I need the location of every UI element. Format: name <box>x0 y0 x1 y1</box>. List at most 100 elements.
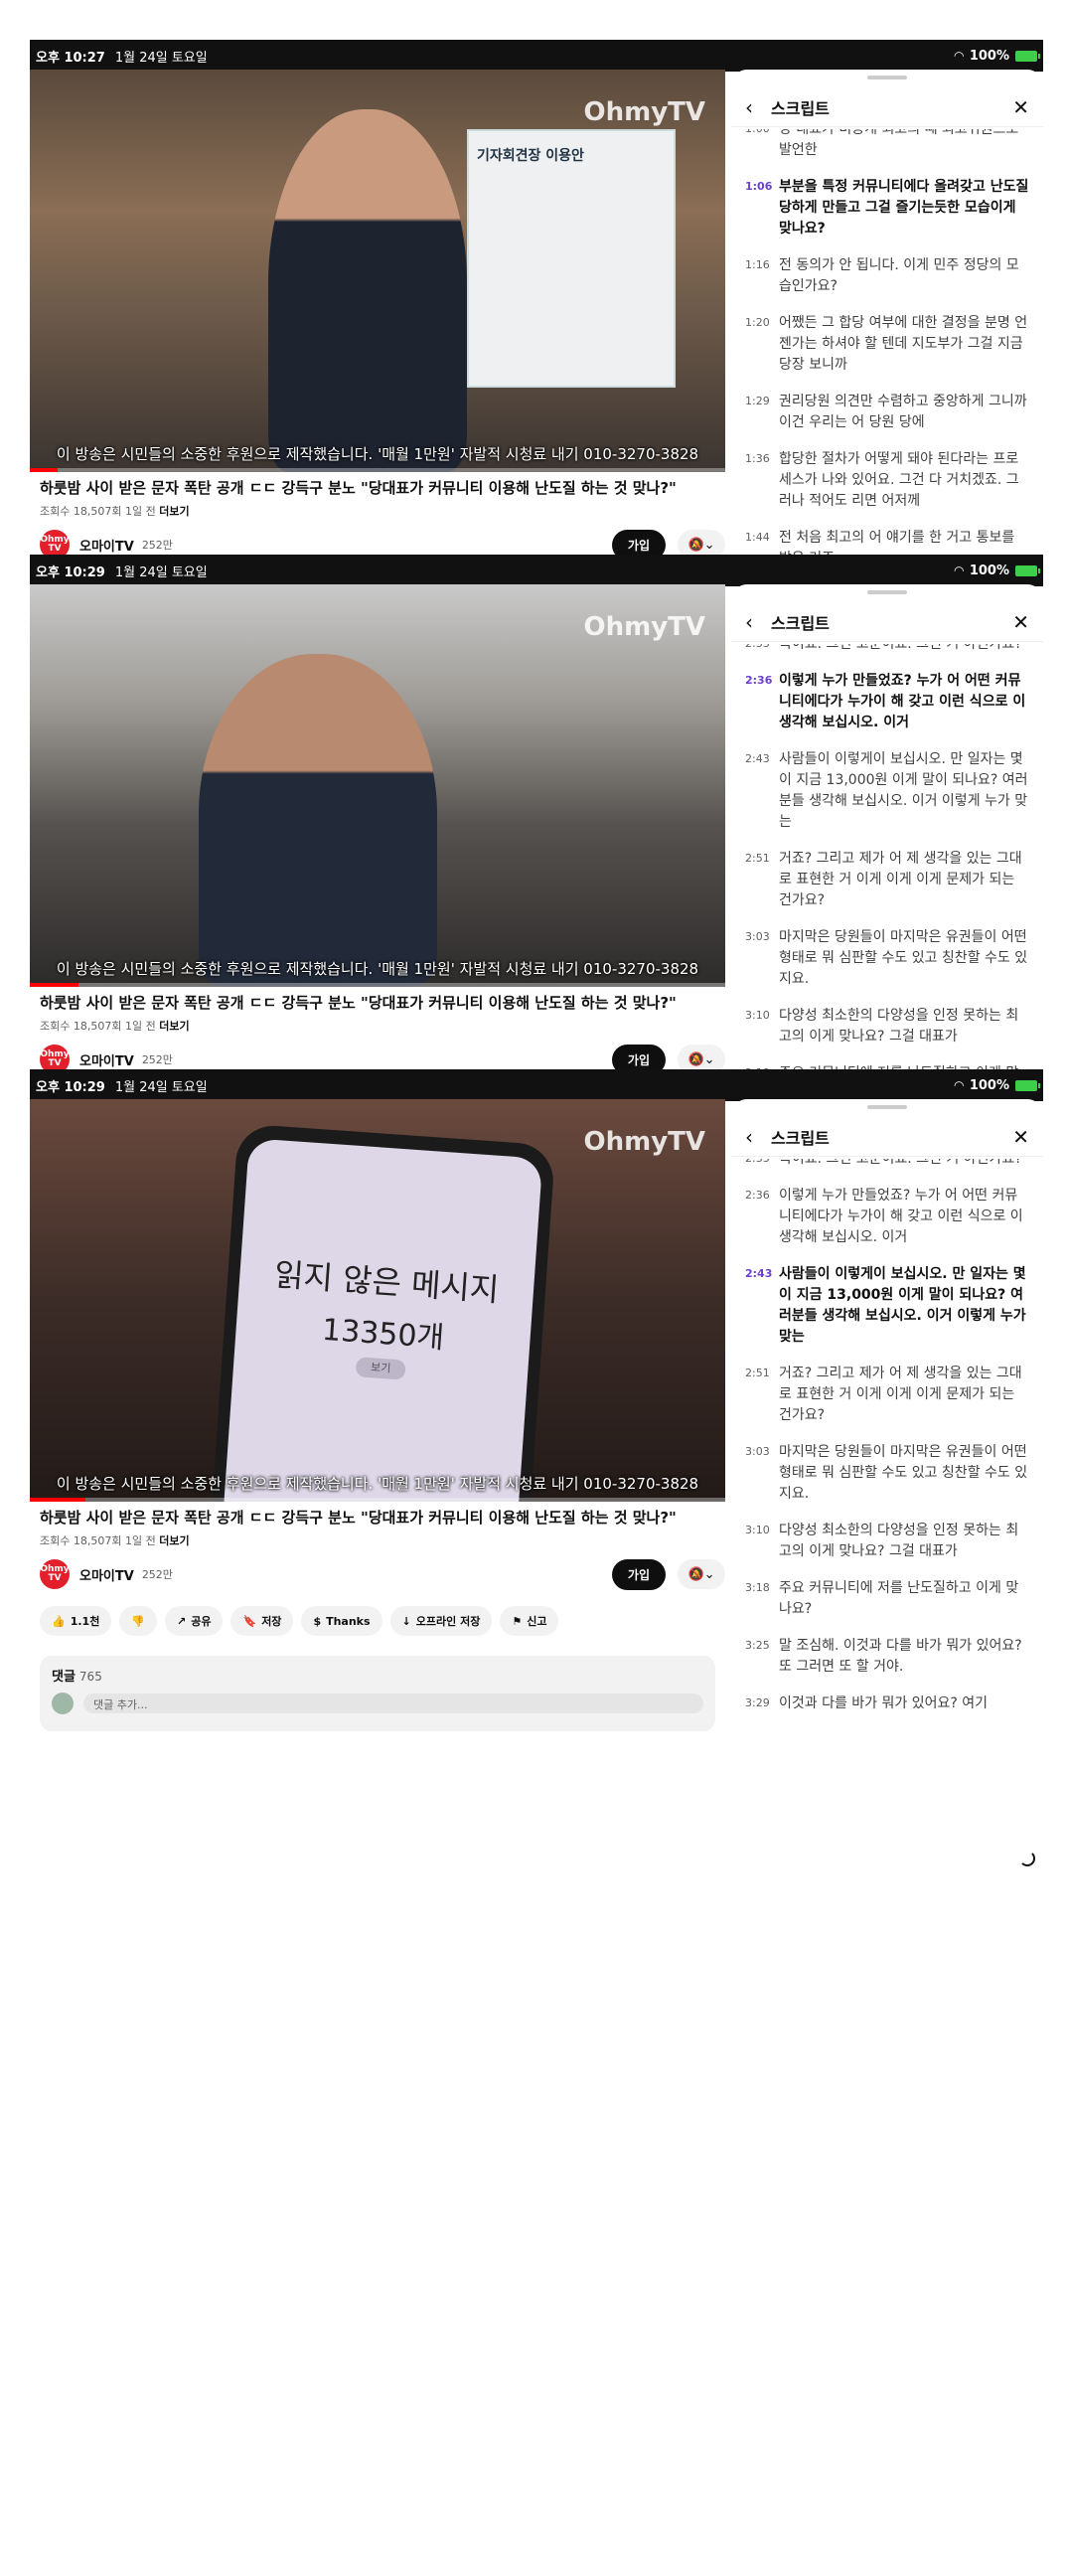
transcript-segment[interactable]: 1:36 합당한 절차가 어떻게 돼야 된다라는 프로세스가 나와 있어요. 그건… <box>731 449 1043 512</box>
segment-text: 권리당원 의견만 수렴하고 중앙하게 그니까 이건 우리는 어 당원 당에 <box>779 394 1027 430</box>
video-meta: 조회수 18,507회 1일 전 더보기 <box>40 503 190 519</box>
segment-text: 주요 커뮤니티에 저를 난도질하고 이게 맞나요? <box>779 1580 1019 1617</box>
transcript-segment[interactable]: 3:29 이것과 다를 바가 뭐가 있어요? 여기 <box>731 1693 1043 1714</box>
more-link[interactable]: 더보기 <box>159 1020 189 1033</box>
segment-text: 다양성 최소한의 다양성을 인정 못하는 최고의 이게 맞나요? 그걸 대표가 <box>779 1523 1019 1559</box>
back-arrow-icon[interactable]: ‹ <box>745 1125 753 1149</box>
video-frame <box>30 584 725 987</box>
loading-spinner-icon <box>1019 1851 1035 1866</box>
bell-off-icon: 🔕 <box>687 537 704 553</box>
progress-bar[interactable] <box>30 468 725 472</box>
segment-text: 이렇게 누가 만들었죠? 누가 어 어떤 커뮤니티에다가 누가이 해 갖고 이런… <box>779 1188 1023 1245</box>
status-bar: 오후 10:29 1월 24일 토요일 ◠ 100% <box>30 555 1043 586</box>
segment-timestamp: 3:03 <box>745 930 770 943</box>
segment-timestamp: 2:43 <box>745 752 770 765</box>
comments-label: 댓글 <box>52 1670 76 1685</box>
transcript-segment[interactable]: 1:29 권리당원 의견만 수렴하고 중앙하게 그니까 이건 우리는 어 당원 당… <box>731 392 1043 433</box>
transcript-segment[interactable]: 3:03 마지막은 당원들이 마지막은 유권들이 어떤 형태로 뭐 심판할 수도 … <box>731 1442 1043 1505</box>
transcript-segment[interactable]: 2:33욕이죠. 그건 고문이죠. 그런 거 아닌가요? <box>731 1159 1043 1170</box>
channel-row: Ohmy TV 오마이TV 252만 가입 🔕 ⌄ <box>40 1558 725 1590</box>
channel-avatar[interactable]: Ohmy TV <box>40 1559 70 1589</box>
transcript-segment[interactable]: 2:43 사람들이 이렇게이 보십시오. 만 일자는 몇이 지금 13,000원 … <box>731 1264 1043 1348</box>
transcript-segment[interactable]: 3:03 마지막은 당원들이 마지막은 유권들이 어떤 형태로 뭐 심판할 수도 … <box>731 927 1043 990</box>
drag-handle[interactable] <box>867 1105 907 1109</box>
drag-handle[interactable] <box>867 76 907 80</box>
video-player[interactable]: OhmyTV 이 방송은 시민들의 소중한 후원으로 제작했습니다. '매월 1… <box>30 584 725 987</box>
notice-sign-text: 기자회견장 이용안 <box>477 148 584 164</box>
segment-text: 전 동의가 안 됩니다. 이게 민주 정당의 모습인가요? <box>779 257 1019 294</box>
action-icon: $ <box>313 1614 322 1628</box>
chevron-down-icon: ⌄ <box>703 537 715 553</box>
segment-text: 당 대표가 비공개 최고의 때 최고위원으로 발언한 <box>779 129 1019 158</box>
progress-bar[interactable] <box>30 983 725 987</box>
transcript-segment[interactable]: 2:51 거죠? 그리고 제가 어 제 생각을 있는 그대로 표현한 거 이게 이… <box>731 849 1043 911</box>
video-meta: 조회수 18,507회 1일 전 더보기 <box>40 1018 190 1034</box>
channel-name[interactable]: 오마이TV <box>79 1050 134 1069</box>
action-chip[interactable]: $ Thanks <box>301 1606 382 1636</box>
notification-bell-button[interactable]: 🔕 ⌄ <box>678 1559 725 1589</box>
video-title: 하룻밤 사이 받은 문자 폭탄 공개 ㄷㄷ 강득구 분노 "당대표가 커뮤니티 … <box>40 994 677 1012</box>
video-title: 하룻밤 사이 받은 문자 폭탄 공개 ㄷㄷ 강득구 분노 "당대표가 커뮤니티 … <box>40 479 677 497</box>
transcript-segment[interactable]: 2:51 거죠? 그리고 제가 어 제 생각을 있는 그대로 표현한 거 이게 이… <box>731 1364 1043 1426</box>
close-icon[interactable]: ✕ <box>1012 95 1029 119</box>
video-frame: 읽지 않은 메시지 13350개 보기 <box>30 1099 725 1502</box>
status-time: 오후 10:29 <box>36 1079 105 1095</box>
transcript-scroll: 2:33욕이죠. 그건 고문이죠. 그런 거 아닌가요? 2:36 이렇게 누가 만… <box>731 1159 1043 1714</box>
user-avatar <box>52 1692 74 1714</box>
transcript-segment[interactable]: 1:00당 대표가 비공개 최고의 때 최고위원으로 발언한 <box>731 129 1043 161</box>
status-right: ◠ 100% <box>955 1078 1040 1093</box>
close-icon[interactable]: ✕ <box>1012 1125 1029 1149</box>
channel-name[interactable]: 오마이TV <box>79 1565 134 1584</box>
action-icon: ⚑ <box>512 1614 523 1628</box>
action-chip[interactable]: ⚑ 신고 <box>500 1606 559 1636</box>
subscriber-count: 252만 <box>141 1053 173 1066</box>
segment-timestamp: 3:18 <box>745 1581 770 1594</box>
progress-bar[interactable] <box>30 1498 725 1502</box>
video-caption: 이 방송은 시민들의 소중한 후원으로 제작했습니다. '매월 1만원' 자발적… <box>56 445 699 463</box>
back-arrow-icon[interactable]: ‹ <box>745 95 753 119</box>
view-count: 조회수 18,507회 <box>40 1534 122 1547</box>
segment-text: 어쨌든 그 합당 여부에 대한 결정을 분명 언젠가는 하셔야 할 텐데 지도부… <box>779 315 1028 373</box>
transcript-segment[interactable]: 2:33욕이죠. 그건 고문이죠. 그런 거 아닌가요? <box>731 644 1043 655</box>
segment-timestamp: 2:51 <box>745 1367 770 1379</box>
action-label: 오프라인 저장 <box>415 1615 481 1628</box>
transcript-segment[interactable]: 3:10 다양성 최소한의 다양성을 인정 못하는 최고의 이게 맞나요? 그걸 … <box>731 1006 1043 1047</box>
close-icon[interactable]: ✕ <box>1012 610 1029 634</box>
action-chip[interactable]: ↓ 오프라인 저장 <box>389 1606 493 1636</box>
transcript-list[interactable]: 2:33욕이죠. 그건 고문이죠. 그런 거 아닌가요? 2:36 이렇게 누가 만… <box>731 1159 1043 1874</box>
status-time: 오후 10:27 <box>36 50 105 66</box>
add-comment-input[interactable]: 댓글 추가... <box>83 1693 703 1713</box>
back-arrow-icon[interactable]: ‹ <box>745 610 753 634</box>
more-link[interactable]: 더보기 <box>159 1534 189 1547</box>
channel-name[interactable]: 오마이TV <box>79 536 134 555</box>
ohmytv-watermark: OhmyTV <box>583 97 705 127</box>
comments-header: 댓글765 <box>52 1666 703 1685</box>
action-chip[interactable]: 👎 <box>119 1606 158 1636</box>
action-label: 1.1천 <box>70 1615 100 1628</box>
transcript-segment[interactable]: 3:10 다양성 최소한의 다양성을 인정 못하는 최고의 이게 맞나요? 그걸 … <box>731 1521 1043 1562</box>
action-chip[interactable]: 🔖 저장 <box>230 1606 294 1636</box>
segment-text: 말 조심해. 이것과 다를 바가 뭐가 있어요? 또 그러면 또 할 거야. <box>779 1638 1022 1675</box>
comments-box[interactable]: 댓글765 댓글 추가... <box>40 1656 715 1731</box>
transcript-segment[interactable]: 1:06 부분을 특정 커뮤니티에다 올려갖고 난도질 당하게 만들고 그걸 즐기… <box>731 177 1043 240</box>
transcript-segment[interactable]: 2:36 이렇게 누가 만들었죠? 누가 어 어떤 커뮤니티에다가 누가이 해 갖… <box>731 1186 1043 1248</box>
transcript-segment[interactable]: 1:16 전 동의가 안 됩니다. 이게 민주 정당의 모습인가요? <box>731 255 1043 297</box>
transcript-segment[interactable]: 2:43 사람들이 이렇게이 보십시오. 만 일자는 몇이 지금 13,000원 … <box>731 749 1043 833</box>
transcript-segment[interactable]: 1:20 어쨌든 그 합당 여부에 대한 결정을 분명 언젠가는 하셔야 할 텐데… <box>731 313 1043 376</box>
more-link[interactable]: 더보기 <box>159 505 189 518</box>
video-player[interactable]: 기자회견장 이용안 OhmyTV 이 방송은 시민들의 소중한 후원으로 제작했… <box>30 70 725 472</box>
action-chip[interactable]: ↗ 공유 <box>165 1606 224 1636</box>
chevron-down-icon: ⌄ <box>703 1051 715 1067</box>
drag-handle[interactable] <box>867 590 907 594</box>
subscriber-count: 252만 <box>141 1568 173 1581</box>
transcript-segment[interactable]: 3:18 주요 커뮤니티에 저를 난도질하고 이게 맞나요? <box>731 1578 1043 1620</box>
transcript-segment[interactable]: 2:36 이렇게 누가 만들었죠? 누가 어 어떤 커뮤니티에다가 누가이 해 갖… <box>731 671 1043 733</box>
transcript-segment[interactable]: 3:25 말 조심해. 이것과 다를 바가 뭐가 있어요? 또 그러면 또 할 거… <box>731 1636 1043 1678</box>
chevron-down-icon: ⌄ <box>703 1566 715 1582</box>
video-screen: 오후 10:27 1월 24일 토요일 ◠ 100% 기자회견장 이용안 Ohm… <box>30 40 1043 845</box>
bell-off-icon: 🔕 <box>687 1566 704 1582</box>
join-button[interactable]: 가입 <box>611 1558 666 1590</box>
action-chip[interactable]: 👍 1.1천 <box>40 1606 112 1636</box>
segment-text: 사람들이 이렇게이 보십시오. 만 일자는 몇이 지금 13,000원 이게 말… <box>779 751 1028 830</box>
video-player[interactable]: 읽지 않은 메시지 13350개 보기 OhmyTV 이 방송은 시민들의 소중한 … <box>30 1099 725 1502</box>
